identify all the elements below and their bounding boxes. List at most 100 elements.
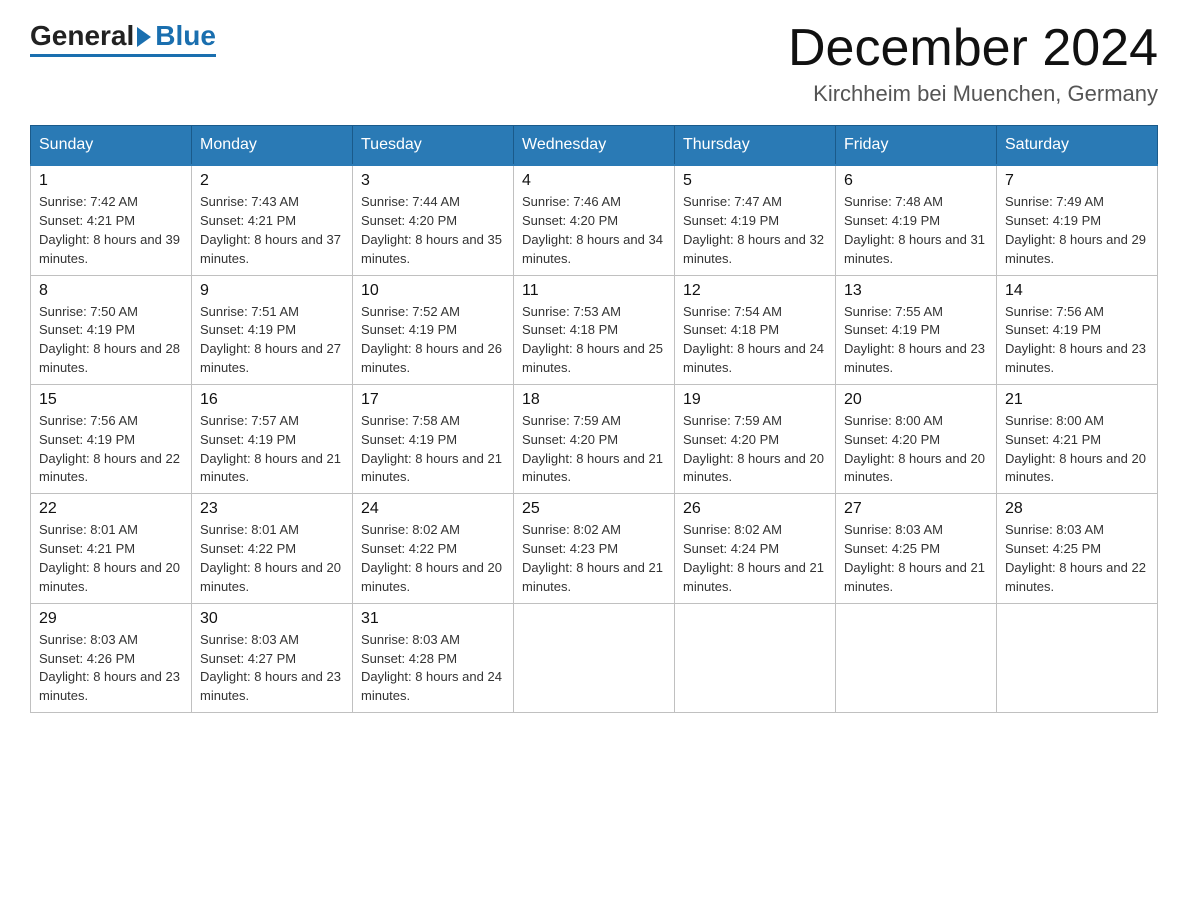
day-number: 15 bbox=[39, 391, 183, 409]
day-info: Sunrise: 7:46 AMSunset: 4:20 PMDaylight:… bbox=[522, 194, 663, 266]
day-number: 7 bbox=[1005, 172, 1149, 190]
day-number: 5 bbox=[683, 172, 827, 190]
calendar-cell: 13Sunrise: 7:55 AMSunset: 4:19 PMDayligh… bbox=[836, 275, 997, 384]
calendar-week-row: 29 Sunrise: 8:03 AMSunset: 4:26 PMDayligh… bbox=[31, 603, 1158, 712]
day-info: Sunrise: 7:53 AMSunset: 4:18 PMDaylight:… bbox=[522, 304, 663, 376]
day-info: Sunrise: 7:54 AMSunset: 4:18 PMDaylight:… bbox=[683, 304, 824, 376]
location-title: Kirchheim bei Muenchen, Germany bbox=[788, 81, 1158, 107]
calendar-cell: 7 Sunrise: 7:49 AMSunset: 4:19 PMDaylight… bbox=[997, 165, 1158, 275]
day-number: 17 bbox=[361, 391, 505, 409]
day-info: Sunrise: 8:03 AMSunset: 4:27 PMDaylight:… bbox=[200, 632, 341, 704]
calendar-cell: 25Sunrise: 8:02 AMSunset: 4:23 PMDayligh… bbox=[514, 494, 675, 603]
logo-underline bbox=[30, 54, 216, 57]
calendar-table: SundayMondayTuesdayWednesdayThursdayFrid… bbox=[30, 125, 1158, 713]
calendar-cell: 18 Sunrise: 7:59 AMSunset: 4:20 PMDayligh… bbox=[514, 384, 675, 493]
day-info: Sunrise: 7:49 AMSunset: 4:19 PMDaylight:… bbox=[1005, 194, 1146, 266]
day-number: 2 bbox=[200, 172, 344, 190]
day-info: Sunrise: 8:00 AMSunset: 4:20 PMDaylight:… bbox=[844, 413, 985, 485]
day-info: Sunrise: 7:56 AMSunset: 4:19 PMDaylight:… bbox=[39, 413, 180, 485]
day-number: 3 bbox=[361, 172, 505, 190]
calendar-cell: 2Sunrise: 7:43 AMSunset: 4:21 PMDaylight… bbox=[192, 165, 353, 275]
logo-arrow-icon bbox=[137, 27, 151, 47]
day-number: 21 bbox=[1005, 391, 1149, 409]
calendar-cell: 16 Sunrise: 7:57 AMSunset: 4:19 PMDayligh… bbox=[192, 384, 353, 493]
day-number: 28 bbox=[1005, 500, 1149, 518]
day-info: Sunrise: 7:42 AMSunset: 4:21 PMDaylight:… bbox=[39, 194, 180, 266]
day-info: Sunrise: 7:48 AMSunset: 4:19 PMDaylight:… bbox=[844, 194, 985, 266]
calendar-cell: 3 Sunrise: 7:44 AMSunset: 4:20 PMDaylight… bbox=[353, 165, 514, 275]
day-header-friday: Friday bbox=[836, 126, 997, 166]
calendar-cell: 23Sunrise: 8:01 AMSunset: 4:22 PMDayligh… bbox=[192, 494, 353, 603]
day-number: 22 bbox=[39, 500, 183, 518]
day-info: Sunrise: 8:03 AMSunset: 4:25 PMDaylight:… bbox=[844, 522, 985, 594]
month-title: December 2024 bbox=[788, 20, 1158, 77]
day-header-tuesday: Tuesday bbox=[353, 126, 514, 166]
calendar-cell: 17Sunrise: 7:58 AMSunset: 4:19 PMDayligh… bbox=[353, 384, 514, 493]
logo-general-text: General bbox=[30, 20, 134, 52]
day-number: 26 bbox=[683, 500, 827, 518]
calendar-cell: 9 Sunrise: 7:51 AMSunset: 4:19 PMDaylight… bbox=[192, 275, 353, 384]
calendar-cell: 14 Sunrise: 7:56 AMSunset: 4:19 PMDayligh… bbox=[997, 275, 1158, 384]
calendar-cell bbox=[514, 603, 675, 712]
day-number: 1 bbox=[39, 172, 183, 190]
calendar-week-row: 15 Sunrise: 7:56 AMSunset: 4:19 PMDayligh… bbox=[31, 384, 1158, 493]
day-info: Sunrise: 7:57 AMSunset: 4:19 PMDaylight:… bbox=[200, 413, 341, 485]
day-number: 9 bbox=[200, 282, 344, 300]
day-number: 27 bbox=[844, 500, 988, 518]
calendar-cell: 24Sunrise: 8:02 AMSunset: 4:22 PMDayligh… bbox=[353, 494, 514, 603]
day-info: Sunrise: 7:50 AMSunset: 4:19 PMDaylight:… bbox=[39, 304, 180, 376]
day-info: Sunrise: 7:56 AMSunset: 4:19 PMDaylight:… bbox=[1005, 304, 1146, 376]
day-header-sunday: Sunday bbox=[31, 126, 192, 166]
day-info: Sunrise: 8:03 AMSunset: 4:26 PMDaylight:… bbox=[39, 632, 180, 704]
calendar-cell: 22Sunrise: 8:01 AMSunset: 4:21 PMDayligh… bbox=[31, 494, 192, 603]
day-info: Sunrise: 8:03 AMSunset: 4:25 PMDaylight:… bbox=[1005, 522, 1146, 594]
calendar-week-row: 1 Sunrise: 7:42 AMSunset: 4:21 PMDaylight… bbox=[31, 165, 1158, 275]
day-info: Sunrise: 7:44 AMSunset: 4:20 PMDaylight:… bbox=[361, 194, 502, 266]
day-number: 23 bbox=[200, 500, 344, 518]
day-number: 29 bbox=[39, 610, 183, 628]
calendar-cell: 6 Sunrise: 7:48 AMSunset: 4:19 PMDaylight… bbox=[836, 165, 997, 275]
calendar-cell: 10 Sunrise: 7:52 AMSunset: 4:19 PMDayligh… bbox=[353, 275, 514, 384]
calendar-cell bbox=[675, 603, 836, 712]
day-info: Sunrise: 8:02 AMSunset: 4:24 PMDaylight:… bbox=[683, 522, 824, 594]
day-info: Sunrise: 7:59 AMSunset: 4:20 PMDaylight:… bbox=[522, 413, 663, 485]
day-number: 4 bbox=[522, 172, 666, 190]
day-number: 14 bbox=[1005, 282, 1149, 300]
day-header-monday: Monday bbox=[192, 126, 353, 166]
calendar-cell: 21 Sunrise: 8:00 AMSunset: 4:21 PMDayligh… bbox=[997, 384, 1158, 493]
day-info: Sunrise: 7:47 AMSunset: 4:19 PMDaylight:… bbox=[683, 194, 824, 266]
calendar-cell: 28 Sunrise: 8:03 AMSunset: 4:25 PMDayligh… bbox=[997, 494, 1158, 603]
day-number: 6 bbox=[844, 172, 988, 190]
calendar-cell bbox=[997, 603, 1158, 712]
day-info: Sunrise: 7:51 AMSunset: 4:19 PMDaylight:… bbox=[200, 304, 341, 376]
day-number: 16 bbox=[200, 391, 344, 409]
day-info: Sunrise: 7:55 AMSunset: 4:19 PMDaylight:… bbox=[844, 304, 985, 376]
calendar-cell: 11 Sunrise: 7:53 AMSunset: 4:18 PMDayligh… bbox=[514, 275, 675, 384]
calendar-cell: 4 Sunrise: 7:46 AMSunset: 4:20 PMDaylight… bbox=[514, 165, 675, 275]
calendar-cell: 27 Sunrise: 8:03 AMSunset: 4:25 PMDayligh… bbox=[836, 494, 997, 603]
calendar-cell: 26 Sunrise: 8:02 AMSunset: 4:24 PMDayligh… bbox=[675, 494, 836, 603]
day-number: 10 bbox=[361, 282, 505, 300]
calendar-cell: 30Sunrise: 8:03 AMSunset: 4:27 PMDayligh… bbox=[192, 603, 353, 712]
day-number: 31 bbox=[361, 610, 505, 628]
day-number: 18 bbox=[522, 391, 666, 409]
day-number: 11 bbox=[522, 282, 666, 300]
calendar-cell: 29 Sunrise: 8:03 AMSunset: 4:26 PMDayligh… bbox=[31, 603, 192, 712]
day-info: Sunrise: 8:03 AMSunset: 4:28 PMDaylight:… bbox=[361, 632, 502, 704]
calendar-header-row: SundayMondayTuesdayWednesdayThursdayFrid… bbox=[31, 126, 1158, 166]
day-header-saturday: Saturday bbox=[997, 126, 1158, 166]
day-number: 24 bbox=[361, 500, 505, 518]
day-info: Sunrise: 7:52 AMSunset: 4:19 PMDaylight:… bbox=[361, 304, 502, 376]
logo-blue-text: Blue bbox=[155, 20, 216, 52]
calendar-cell: 5 Sunrise: 7:47 AMSunset: 4:19 PMDaylight… bbox=[675, 165, 836, 275]
page-header: General Blue December 2024 Kirchheim bei… bbox=[30, 20, 1158, 107]
calendar-cell: 1 Sunrise: 7:42 AMSunset: 4:21 PMDaylight… bbox=[31, 165, 192, 275]
day-info: Sunrise: 8:02 AMSunset: 4:23 PMDaylight:… bbox=[522, 522, 663, 594]
calendar-cell: 12Sunrise: 7:54 AMSunset: 4:18 PMDayligh… bbox=[675, 275, 836, 384]
logo: General Blue bbox=[30, 20, 216, 57]
day-header-thursday: Thursday bbox=[675, 126, 836, 166]
day-header-wednesday: Wednesday bbox=[514, 126, 675, 166]
calendar-cell: 19Sunrise: 7:59 AMSunset: 4:20 PMDayligh… bbox=[675, 384, 836, 493]
day-info: Sunrise: 8:00 AMSunset: 4:21 PMDaylight:… bbox=[1005, 413, 1146, 485]
day-info: Sunrise: 7:59 AMSunset: 4:20 PMDaylight:… bbox=[683, 413, 824, 485]
